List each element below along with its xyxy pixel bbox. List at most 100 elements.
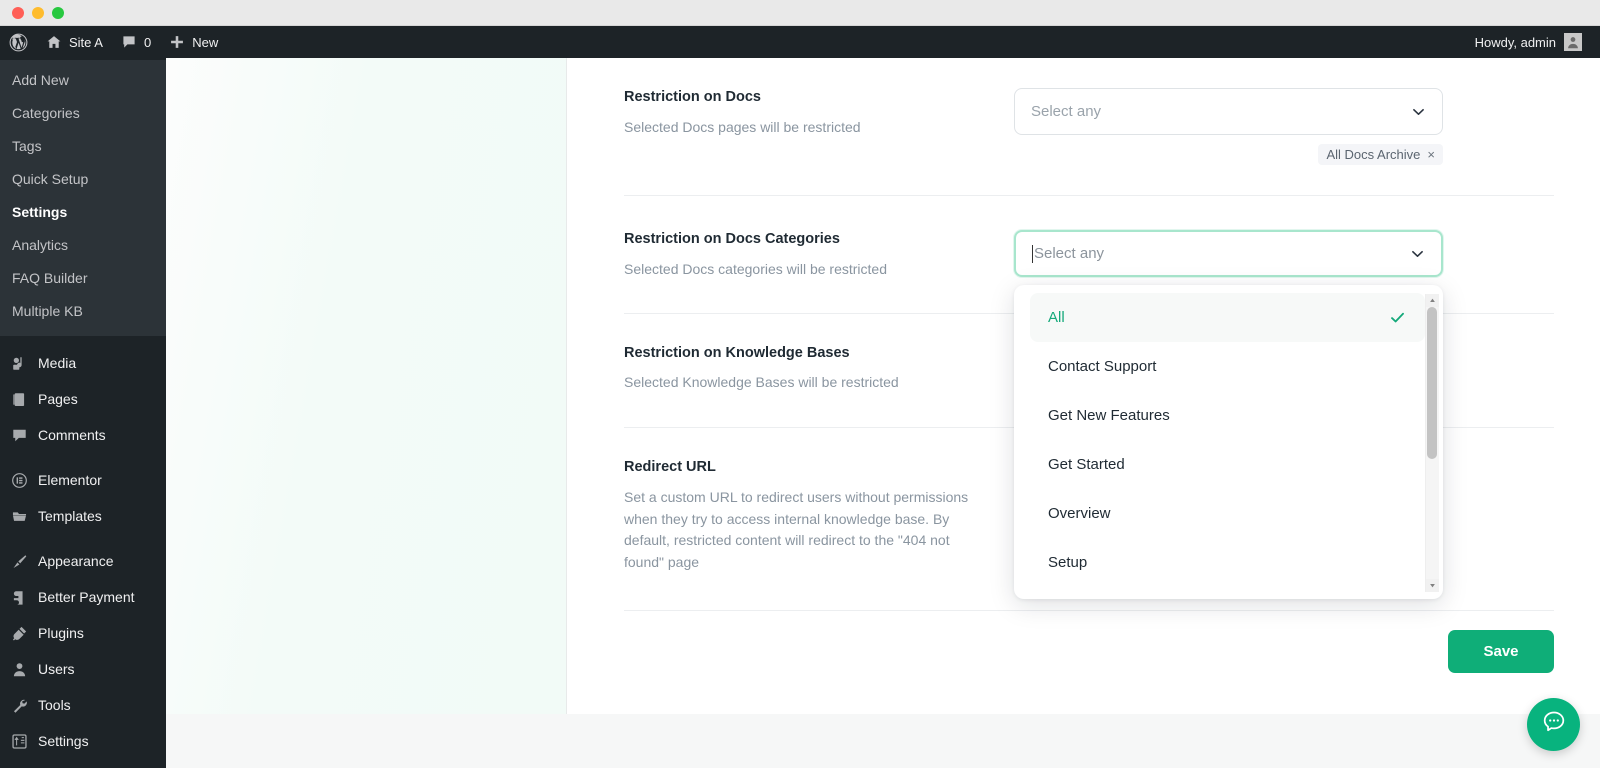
row-labels: Restriction on Knowledge Bases Selected … (624, 344, 1014, 395)
wordpress-logo-button[interactable] (0, 26, 37, 58)
sidebar-item-settings[interactable]: Settings (0, 723, 166, 759)
better-payment-icon (9, 587, 29, 607)
sidebar-subitem-analytics[interactable]: Analytics (0, 229, 166, 262)
dropdown-option-get-new-features[interactable]: Get New Features (1030, 391, 1425, 440)
tools-wrench-icon (9, 695, 29, 715)
sidebar-item-plugins[interactable]: Plugins (0, 615, 166, 651)
dropdown-option-setup[interactable]: Setup (1030, 538, 1425, 587)
docs-select[interactable]: Select any (1014, 88, 1443, 135)
sidebar-subitem-faq-builder[interactable]: FAQ Builder (0, 262, 166, 295)
sidebar-subitem-multiple-kb[interactable]: Multiple KB (0, 295, 166, 328)
main-content: Restriction on Docs Selected Docs pages … (166, 58, 1600, 768)
scrollbar-thumb[interactable] (1426, 307, 1437, 459)
wordpress-logo-icon (9, 33, 28, 52)
docs-selected-chips: All Docs Archive × (1014, 144, 1443, 165)
sidebar-subitem-add-new[interactable]: Add New (0, 64, 166, 97)
users-icon (9, 659, 29, 679)
account-menu-button[interactable]: Howdy, admin (1465, 33, 1592, 51)
appearance-brush-icon (9, 551, 29, 571)
sidebar-item-label: Tools (38, 697, 71, 713)
save-button[interactable]: Save (1448, 630, 1554, 673)
sidebar-item-label: Comments (38, 427, 106, 443)
new-content-button[interactable]: New (160, 26, 227, 58)
dropdown-option-list: All Contact Support Get New Features Get… (1014, 293, 1443, 599)
sidebar-item-appearance[interactable]: Appearance (0, 543, 166, 579)
comments-icon (9, 425, 29, 445)
sidebar-item-pages[interactable]: Pages (0, 381, 166, 417)
chat-widget-button[interactable] (1527, 698, 1580, 751)
sidebar-divider-1 (0, 336, 166, 345)
chip-label: All Docs Archive (1326, 147, 1421, 162)
site-name-button[interactable]: Site A (37, 26, 112, 58)
settings-rows: Restriction on Docs Selected Docs pages … (567, 58, 1600, 611)
row-description: Set a custom URL to redirect users witho… (624, 488, 969, 570)
docs-categories-dropdown[interactable]: All Contact Support Get New Features Get… (1014, 285, 1443, 599)
chevron-down-icon (1409, 245, 1426, 262)
sidebar-item-label: Better Payment (38, 589, 135, 605)
text-cursor (1032, 244, 1033, 263)
dropdown-option-label: Get New Features (1048, 407, 1170, 424)
sidebar-item-templates[interactable]: Templates (0, 498, 166, 534)
sidebar-item-comments[interactable]: Comments (0, 417, 166, 453)
row-description: Selected Docs pages will be restricted (624, 118, 861, 135)
sidebar-item-media[interactable]: Media (0, 345, 166, 381)
window-minimize-button[interactable] (32, 6, 44, 19)
sidebar-item-label: Pages (38, 391, 78, 407)
comment-icon (121, 34, 137, 50)
sidebar-subitem-tags[interactable]: Tags (0, 130, 166, 163)
window-close-button[interactable] (12, 6, 24, 19)
sidebar-item-tools[interactable]: Tools (0, 687, 166, 723)
wp-admin-bar: Site A 0 New Howdy, admin (0, 26, 1600, 58)
scroll-up-arrow-icon[interactable] (1425, 294, 1439, 307)
setting-row-restriction-docs: Restriction on Docs Selected Docs pages … (624, 58, 1554, 196)
admin-bar-left-group: Site A 0 New (0, 26, 227, 58)
sidebar-item-label: Settings (38, 733, 89, 749)
sidebar-subitem-categories[interactable]: Categories (0, 97, 166, 130)
row-labels: Redirect URL Set a custom URL to redirec… (624, 458, 1014, 574)
check-icon (1388, 308, 1407, 327)
comments-button[interactable]: 0 (112, 26, 160, 58)
comments-count: 0 (143, 34, 152, 50)
scrollbar-track[interactable] (1425, 307, 1439, 579)
browser-titlebar (0, 0, 1600, 26)
settings-card: Restriction on Docs Selected Docs pages … (166, 58, 1600, 714)
save-area: Save (1448, 630, 1554, 673)
dropdown-scrollbar[interactable] (1425, 294, 1439, 592)
plus-icon (169, 34, 185, 50)
row-description: Selected Docs categories will be restric… (624, 260, 888, 277)
row-control: Select any All Docs Archive × (1014, 88, 1554, 165)
dropdown-option-label: Contact Support (1048, 358, 1157, 375)
setting-row-restriction-docs-categories: Restriction on Docs Categories Selected … (624, 196, 1554, 599)
chat-bubble-icon (1541, 709, 1567, 740)
sidebar-item-users[interactable]: Users (0, 651, 166, 687)
dropdown-option-label: Get Started (1048, 456, 1125, 473)
chip-remove-icon[interactable]: × (1427, 148, 1435, 161)
dropdown-option-contact-support[interactable]: Contact Support (1030, 342, 1425, 391)
settings-left-panel (166, 58, 567, 714)
collapse-menu-button[interactable]: Collapse menu (0, 763, 166, 768)
docs-categories-select-placeholder: Select any (1034, 245, 1105, 262)
row-title: Restriction on Docs Categories (624, 231, 840, 247)
window-maximize-button[interactable] (52, 6, 64, 19)
new-content-label: New (192, 34, 219, 50)
chip-all-docs-archive[interactable]: All Docs Archive × (1318, 144, 1443, 165)
docs-categories-select[interactable]: Select any (1014, 230, 1443, 277)
sidebar-subitem-settings[interactable]: Settings (0, 196, 166, 229)
row-description: Selected Knowledge Bases will be restric… (624, 374, 899, 391)
dropdown-option-label: Setup (1048, 554, 1088, 571)
chevron-down-icon (1410, 103, 1427, 120)
templates-folder-icon (9, 506, 29, 526)
home-icon (46, 34, 62, 50)
dropdown-option-all[interactable]: All (1030, 293, 1425, 342)
kb-submenu: Add New Categories Tags Quick Setup Sett… (0, 60, 166, 336)
sidebar-item-elementor[interactable]: Elementor (0, 462, 166, 498)
sidebar-divider-2 (0, 453, 166, 462)
dropdown-option-label: All (1048, 309, 1065, 326)
sidebar-item-better-payment[interactable]: Better Payment (0, 579, 166, 615)
plugins-plug-icon (9, 623, 29, 643)
dropdown-option-get-started[interactable]: Get Started (1030, 440, 1425, 489)
sidebar-subitem-quick-setup[interactable]: Quick Setup (0, 163, 166, 196)
sidebar-item-label: Plugins (38, 625, 84, 641)
scroll-down-arrow-icon[interactable] (1425, 579, 1439, 592)
dropdown-option-overview[interactable]: Overview (1030, 489, 1425, 538)
